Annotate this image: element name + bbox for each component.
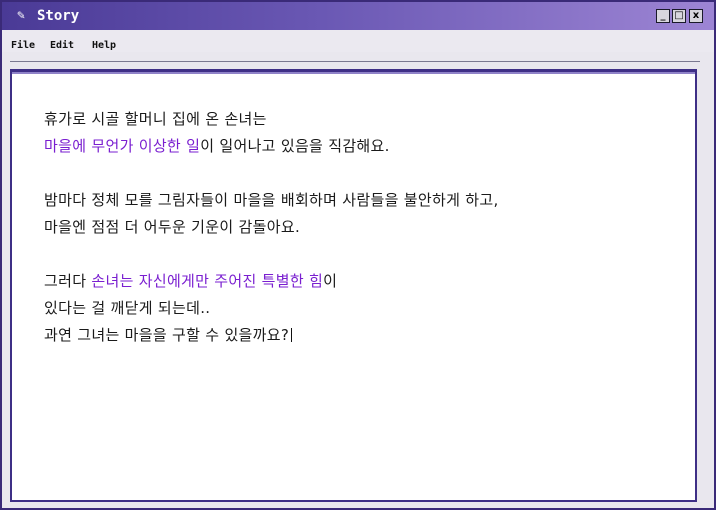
story-text-span: 마을엔 점점 더 어두운 기운이 감돌아요. — [44, 218, 301, 236]
story-text-span: 있다는 걸 깨닫게 되는데.. — [44, 299, 211, 317]
story-window: ✎ Story _ □ x File Edit Help 휴가로 시골 할머니 … — [0, 0, 716, 510]
menu-divider — [10, 61, 700, 62]
menu-file[interactable]: File — [11, 40, 35, 51]
story-text-span: 휴가로 시골 할머니 집에 온 손녀는 — [44, 110, 267, 128]
story-text-span: 그러다 — [44, 272, 92, 290]
title-bar[interactable]: ✎ Story _ □ x — [2, 2, 714, 30]
story-line: 과연 그녀는 마을을 구할 수 있을까요? — [44, 322, 499, 349]
story-text: 휴가로 시골 할머니 집에 온 손녀는 마을에 무언가 이상한 일이 일어나고 … — [44, 106, 499, 349]
menu-help[interactable]: Help — [92, 40, 116, 51]
menu-bar: File Edit Help — [2, 30, 714, 52]
book-icon: ✎ — [17, 8, 25, 23]
text-cursor — [291, 328, 293, 342]
story-text-span: 밤마다 정체 모를 그림자들이 마을을 배회하며 사람들을 불안하게 하고, — [44, 191, 499, 209]
story-line: 밤마다 정체 모를 그림자들이 마을을 배회하며 사람들을 불안하게 하고, — [44, 187, 499, 214]
story-line: 마을엔 점점 더 어두운 기운이 감돌아요. — [44, 214, 499, 241]
close-button[interactable]: x — [689, 9, 703, 23]
menu-edit[interactable]: Edit — [50, 40, 74, 51]
story-line: 휴가로 시골 할머니 집에 온 손녀는 — [44, 106, 499, 133]
story-text-area[interactable]: 휴가로 시골 할머니 집에 온 손녀는 마을에 무언가 이상한 일이 일어나고 … — [10, 69, 697, 502]
story-highlight: 마을에 무언가 이상한 일 — [44, 137, 201, 155]
story-text-span: 과연 그녀는 마을을 구할 수 있을까요? — [44, 326, 290, 344]
story-highlight: 손녀는 자신에게만 주어진 특별한 힘 — [91, 272, 324, 290]
window-title: Story — [37, 8, 80, 24]
story-line: 있다는 걸 깨닫게 되는데.. — [44, 295, 499, 322]
minimize-button[interactable]: _ — [656, 9, 670, 23]
story-line: 그러다 손녀는 자신에게만 주어진 특별한 힘이 — [44, 268, 499, 295]
story-text-span: 이 — [323, 272, 338, 290]
maximize-button[interactable]: □ — [672, 9, 686, 23]
frame-highlight — [12, 72, 695, 74]
story-line: 마을에 무언가 이상한 일이 일어나고 있음을 직감해요. — [44, 133, 499, 160]
story-text-span: 이 일어나고 있음을 직감해요. — [200, 137, 390, 155]
